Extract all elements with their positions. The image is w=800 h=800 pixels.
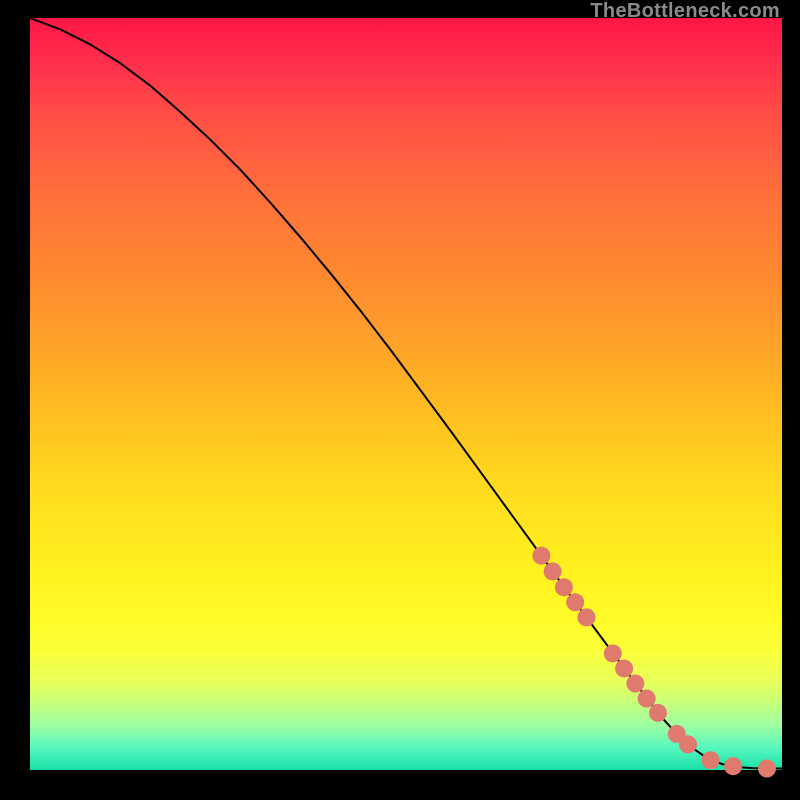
chart-svg xyxy=(30,18,782,770)
data-marker xyxy=(638,690,656,708)
curve-line xyxy=(30,18,782,769)
data-marker xyxy=(758,760,776,778)
plot-area xyxy=(30,18,782,770)
data-marker xyxy=(566,593,584,611)
data-marker xyxy=(649,704,667,722)
data-marker xyxy=(532,547,550,565)
data-marker xyxy=(724,757,742,775)
chart-stage: TheBottleneck.com xyxy=(0,0,800,800)
data-marker xyxy=(604,644,622,662)
data-marker xyxy=(615,659,633,677)
data-marker xyxy=(544,562,562,580)
data-marker xyxy=(679,735,697,753)
curve-markers xyxy=(532,547,776,778)
data-marker xyxy=(702,751,720,769)
data-marker xyxy=(577,608,595,626)
data-marker xyxy=(555,578,573,596)
data-marker xyxy=(626,675,644,693)
